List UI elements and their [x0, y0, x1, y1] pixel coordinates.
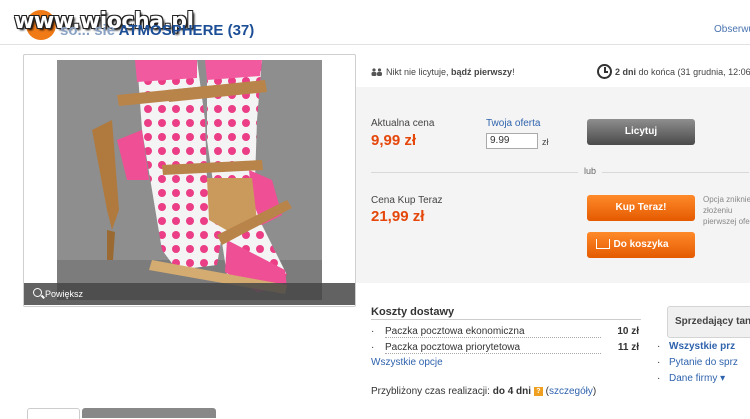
no-bids-info: Nikt nie licytuje, bądź pierwszy! — [386, 67, 515, 77]
end-time-info: 2 dni do końca (31 grudnia, 12:06 — [615, 67, 750, 77]
shipping-divider — [371, 319, 641, 320]
seller-panel: Sprzedający tan — [667, 306, 750, 338]
bullet: · — [371, 342, 375, 353]
add-to-cart-label: Do koszyka — [613, 239, 669, 250]
no-bids-text: Nikt nie licytuje, — [386, 67, 449, 77]
bullet: · — [657, 373, 661, 384]
title-faded: so... — [60, 22, 91, 39]
bid-button[interactable]: Licytuj — [587, 119, 695, 145]
shipping-title: Koszty dostawy — [371, 306, 455, 318]
seller-link-all[interactable]: · Wszystkie prz — [657, 341, 736, 352]
bullet: · — [657, 341, 661, 352]
shipping-price: 11 zł — [617, 342, 639, 353]
or-divider — [371, 172, 749, 173]
your-offer-link[interactable]: Twoja oferta — [486, 118, 540, 129]
observe-link[interactable]: Obserwuj — [714, 24, 750, 35]
offer-unit: zł — [542, 137, 549, 147]
bullet: · — [657, 357, 661, 368]
clock-icon — [597, 64, 612, 79]
end-text: do końca (31 grudnia, 12:06 — [638, 67, 750, 77]
seller-link-company-label: Dane firmy — [669, 373, 718, 384]
cart-icon — [596, 239, 610, 249]
details-link[interactable]: szczegóły — [549, 386, 593, 397]
buynow-label: Cena Kup Teraz — [371, 195, 443, 206]
title-main: ATMOSPHERE (37) — [118, 22, 255, 39]
dotted-leader — [385, 353, 601, 354]
be-first-suffix: ! — [512, 67, 515, 77]
seller-link-question[interactable]: · Pytanie do sprz — [657, 357, 738, 368]
be-first-text: bądź pierwszy — [451, 67, 513, 77]
product-photo-image — [57, 60, 322, 300]
zoom-label: Powiększ — [45, 289, 84, 299]
question-icon[interactable]: ? — [533, 386, 543, 396]
days-left: 2 dni — [615, 67, 637, 77]
page-title: so... sie ATMOSPHERE (37) — [60, 22, 254, 39]
add-to-cart-button[interactable]: Do koszyka — [587, 232, 695, 258]
tab-other[interactable] — [82, 408, 216, 418]
shipping-price: 10 zł — [617, 326, 639, 337]
realization-time: Przybliżony czas realizacji: do 4 dni ? … — [371, 386, 597, 397]
all-shipping-options-link[interactable]: Wszystkie opcje — [371, 357, 443, 368]
buynow-price: 21,99 zł — [371, 208, 425, 225]
dotted-leader — [385, 337, 601, 338]
title-prefix: sie — [94, 22, 116, 39]
persons-icon — [371, 68, 382, 76]
shipping-name: Paczka pocztowa ekonomiczna — [385, 326, 525, 337]
shipping-name: Paczka pocztowa priorytetowa — [385, 342, 521, 353]
current-price-label: Aktualna cena — [371, 118, 435, 129]
realization-value: do 4 dni — [492, 386, 532, 397]
realization-label: Przybliżony czas realizacji: — [371, 386, 490, 397]
buynow-note: Opcja zniknie po złożeniu pierwszej ofer… — [703, 195, 750, 226]
offer-input[interactable]: 9.99 — [486, 133, 538, 149]
seller-link-all-label: Wszystkie prz — [669, 341, 736, 352]
buy-now-button[interactable]: Kup Teraz! — [587, 195, 695, 221]
bullet: · — [371, 326, 375, 337]
magnifier-icon — [33, 288, 42, 297]
seller-link-question-label: Pytanie do sprz — [669, 357, 738, 368]
zoom-bar[interactable]: Powiększ — [24, 283, 355, 305]
chevron-down-icon: ▾ — [720, 373, 726, 384]
seller-label: Sprzedający tan — [675, 316, 750, 327]
current-price: 9,99 zł — [371, 132, 417, 149]
or-label: lub — [578, 166, 603, 176]
product-photo[interactable] — [57, 60, 322, 300]
seller-link-company[interactable]: · Dane firmy ▾ — [657, 373, 726, 384]
